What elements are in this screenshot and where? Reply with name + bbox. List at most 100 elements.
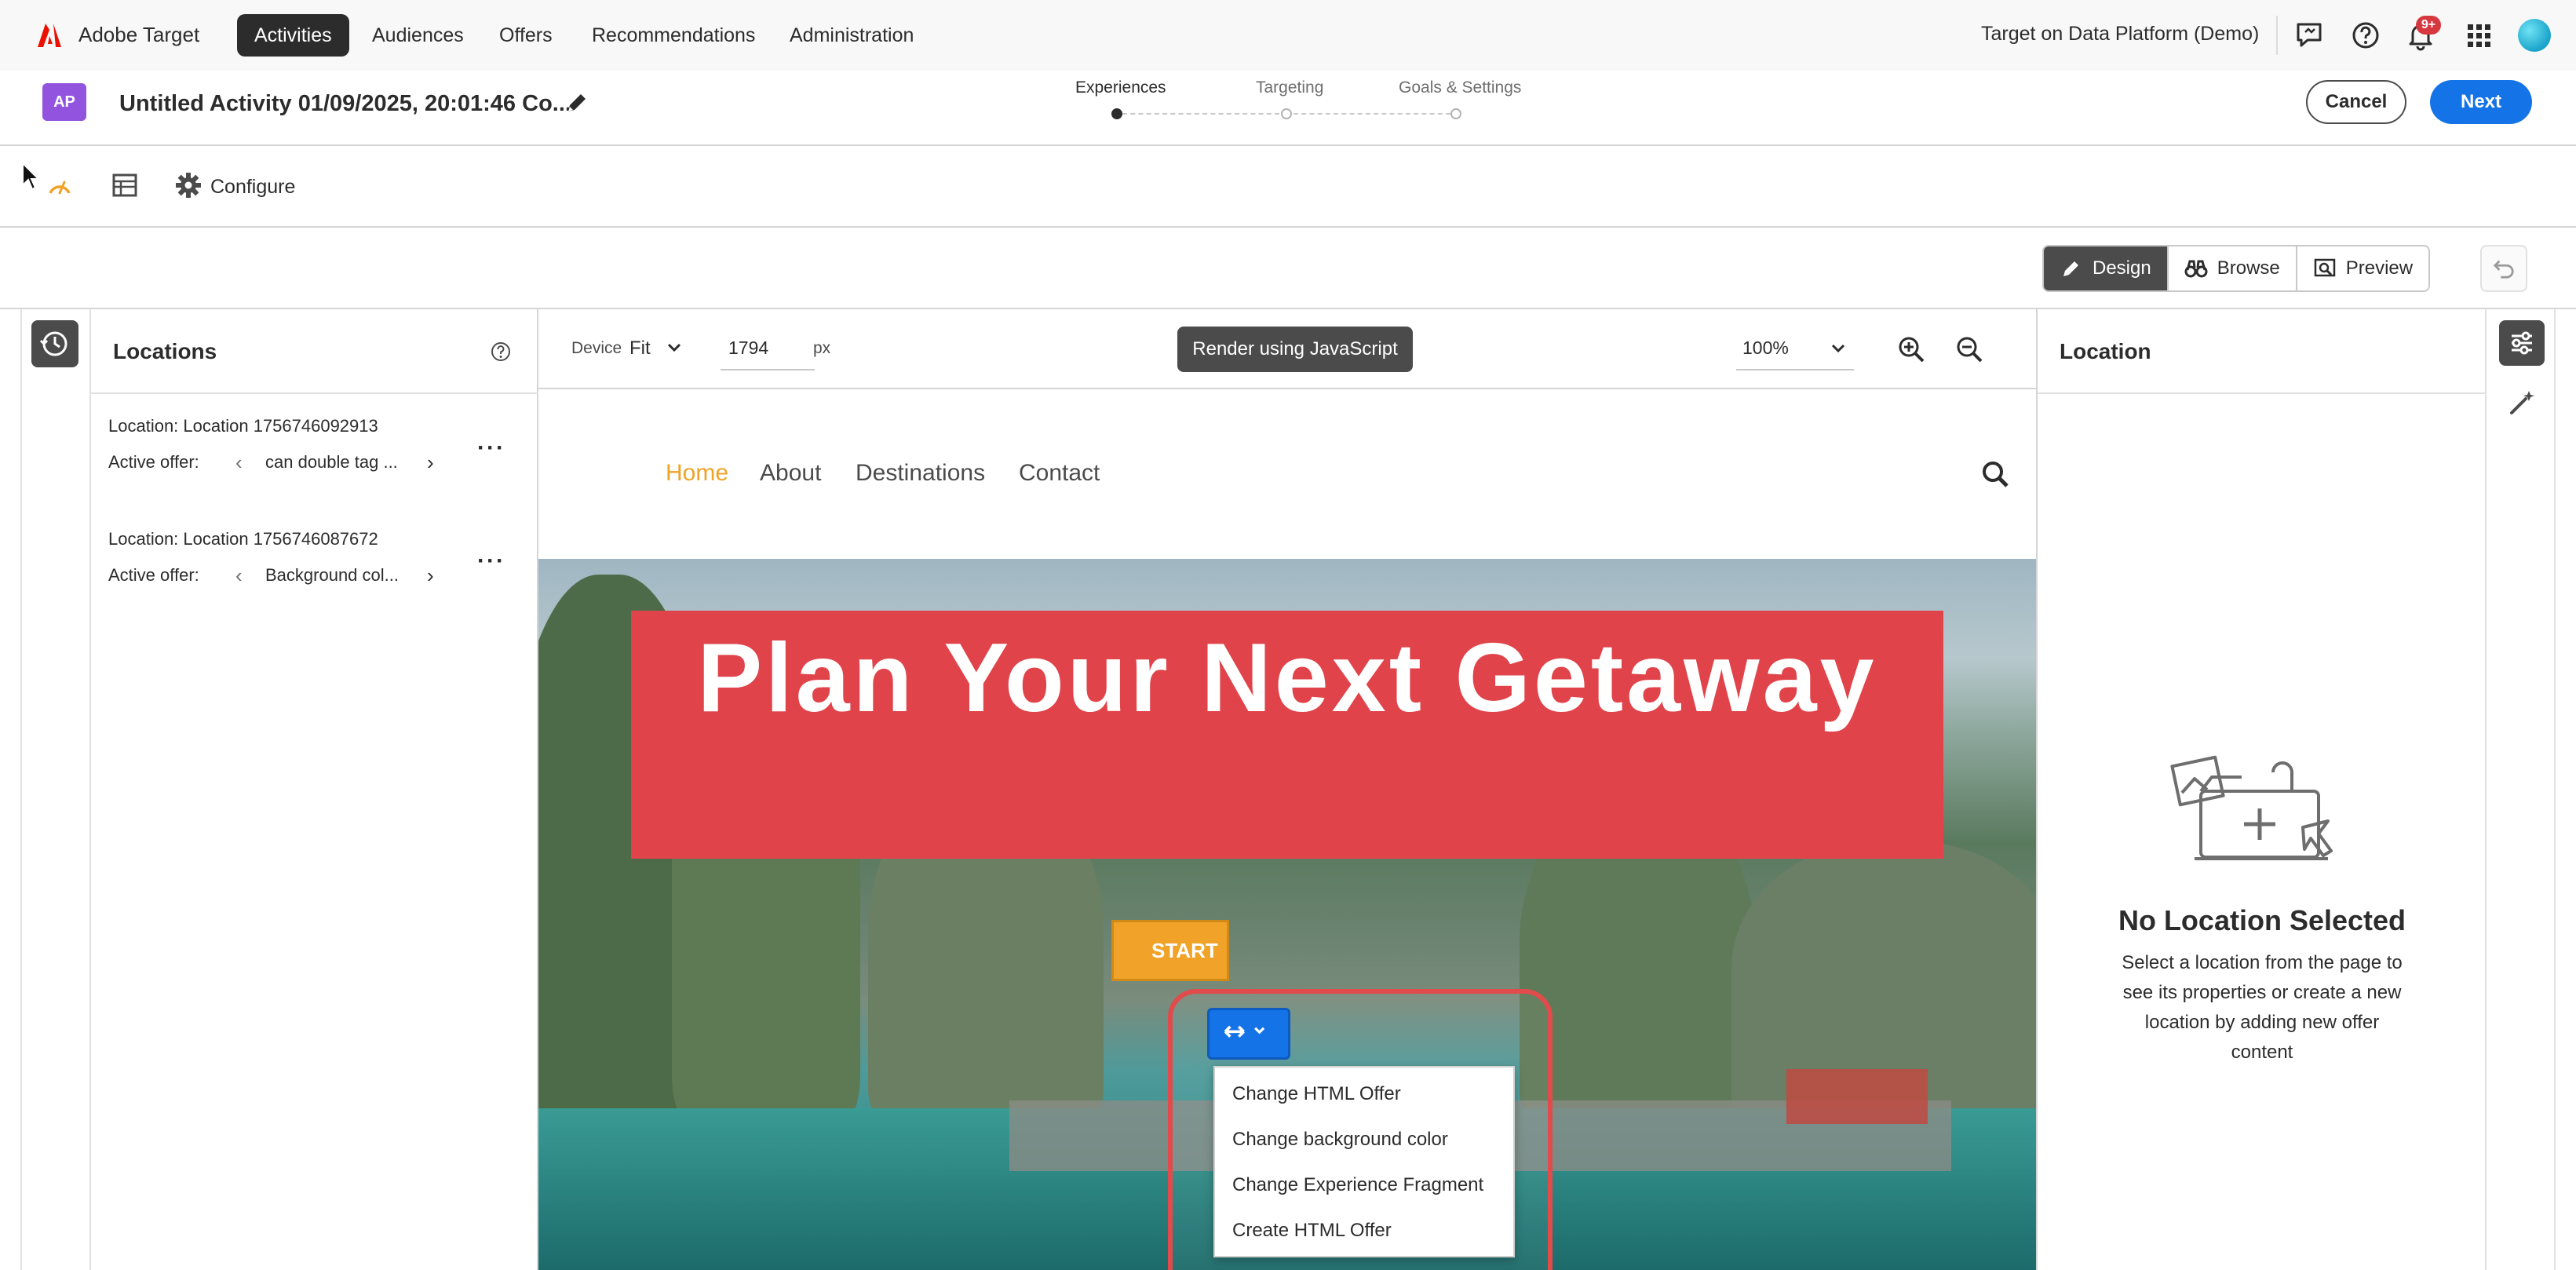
browse-mode-label: Browse	[2217, 257, 2280, 279]
left-rail	[20, 309, 91, 1270]
active-offer-label: Active offer:	[108, 452, 199, 472]
step-goals-settings[interactable]: Goals & Settings	[1399, 78, 1521, 97]
properties-button[interactable]	[2499, 320, 2545, 366]
menu-item-change-html-offer[interactable]: Change HTML Offer	[1232, 1083, 1401, 1105]
site-nav-about[interactable]: About	[760, 460, 821, 487]
panel-title: Location	[2060, 339, 2151, 363]
floating-house	[1786, 1069, 1928, 1124]
start-button[interactable]: START	[1111, 920, 1229, 981]
empty-state-title: No Location Selected	[2118, 904, 2406, 936]
locations-panel: Locations Location: Location 17567460929…	[91, 309, 538, 1270]
undo-button[interactable]	[2480, 245, 2527, 292]
location-action-button[interactable]	[1207, 1008, 1290, 1060]
hero-title-banner[interactable]: Plan Your Next Getaway	[631, 611, 1943, 859]
gear-icon[interactable]	[174, 171, 203, 199]
pencil-icon	[2063, 261, 2078, 276]
location-item[interactable]: Location: Location 1756746087672 Active …	[108, 529, 524, 623]
preview-mode-button[interactable]: Preview	[2297, 246, 2429, 290]
more-options-icon[interactable]: ···	[477, 548, 505, 575]
nav-tab-audiences[interactable]: Audiences	[355, 14, 481, 57]
active-offer-name: Background col...	[265, 565, 399, 585]
design-mode-button[interactable]: Design	[2044, 246, 2169, 290]
chevron-down-icon	[1831, 344, 1845, 353]
page-preview-canvas[interactable]: Home About Destinations Contact Plan You…	[538, 389, 2036, 1270]
next-offer-chevron-icon[interactable]: ›	[427, 564, 434, 588]
active-offer-label: Active offer:	[108, 565, 199, 585]
canvas-toolbar: Device Fit px Render using JavaScript 10…	[538, 309, 2036, 389]
org-switcher[interactable]: Target on Data Platform (Demo)	[1981, 23, 2259, 46]
width-unit-label: px	[813, 339, 831, 357]
site-nav-home[interactable]: Home	[666, 460, 728, 487]
zoom-out-icon[interactable]	[1954, 334, 1984, 364]
more-options-icon[interactable]: ···	[477, 435, 505, 462]
magic-wand-icon[interactable]	[2505, 386, 2538, 419]
menu-item-change-background-color[interactable]: Change background color	[1232, 1129, 1448, 1151]
adobe-logo-icon[interactable]	[35, 20, 64, 50]
site-navigation: Home About Destinations Contact	[538, 389, 2036, 559]
device-select[interactable]: Fit	[629, 338, 651, 359]
menu-item-change-experience-fragment[interactable]: Change Experience Fragment	[1232, 1174, 1483, 1196]
location-item[interactable]: Location: Location 1756746092913 Active …	[108, 416, 524, 510]
user-avatar[interactable]	[2518, 19, 2551, 52]
feedback-icon[interactable]	[2293, 20, 2325, 51]
next-offer-chevron-icon[interactable]: ›	[427, 451, 434, 475]
zoom-select[interactable]: 100%	[1736, 327, 1854, 370]
app-switcher-grid-icon[interactable]	[2463, 20, 2494, 51]
locations-title: Locations	[113, 339, 217, 363]
step-connector	[1293, 113, 1450, 115]
site-nav-contact[interactable]: Contact	[1019, 460, 1100, 487]
app-name[interactable]: Adobe Target	[78, 23, 199, 47]
hero-title[interactable]: Plan Your Next Getaway	[631, 619, 1943, 738]
divider	[91, 392, 538, 394]
step-indicator-targeting	[1281, 108, 1292, 119]
device-label: Device	[571, 339, 622, 357]
step-indicator-goals	[1450, 108, 1461, 119]
history-button[interactable]	[31, 320, 78, 367]
nav-tab-recommendations[interactable]: Recommendations	[575, 14, 772, 57]
activity-type-badge: AP	[42, 83, 86, 121]
vec-toolbar: Configure	[0, 148, 2576, 228]
render-javascript-button[interactable]: Render using JavaScript	[1177, 327, 1413, 372]
swap-horizontal-icon	[1224, 1025, 1265, 1038]
hero-section[interactable]: Plan Your Next Getaway START Change HTML…	[538, 559, 2036, 1270]
mode-switcher: Design Browse Preview	[2042, 245, 2431, 292]
zoom-value: 100%	[1742, 338, 1789, 358]
location-name: Location: Location 1756746087672	[108, 529, 378, 549]
nav-tab-administration[interactable]: Administration	[772, 14, 931, 57]
site-nav-destinations[interactable]: Destinations	[856, 460, 985, 487]
top-navigation-bar: Adobe Target Activities Audiences Offers…	[0, 0, 2576, 71]
configure-button[interactable]: Configure	[210, 176, 295, 199]
analytics-gauge-icon[interactable]	[46, 171, 74, 199]
divider	[2038, 392, 2487, 394]
nav-tab-activities[interactable]: Activities	[237, 14, 349, 57]
preview-icon	[2314, 258, 2335, 277]
history-clock-icon	[39, 331, 68, 356]
empty-state-illustration-icon	[2170, 755, 2333, 860]
preview-mode-label: Preview	[2345, 257, 2414, 279]
location-name: Location: Location 1756746092913	[108, 416, 378, 436]
nav-tab-offers[interactable]: Offers	[482, 14, 570, 57]
right-rail	[2485, 309, 2556, 1270]
design-mode-label: Design	[2093, 257, 2151, 279]
viewport-width-input[interactable]	[721, 327, 815, 370]
search-icon[interactable]	[1979, 458, 2011, 490]
help-icon[interactable]	[490, 341, 512, 363]
menu-item-create-html-offer[interactable]: Create HTML Offer	[1232, 1220, 1392, 1242]
pencil-edit-icon[interactable]	[564, 89, 590, 116]
next-button[interactable]: Next	[2430, 80, 2532, 124]
cancel-button[interactable]: Cancel	[2306, 80, 2406, 124]
browse-mode-button[interactable]: Browse	[2168, 246, 2297, 290]
previous-offer-chevron-icon[interactable]: ‹	[235, 451, 243, 475]
chevron-down-icon[interactable]	[664, 338, 684, 358]
binoculars-icon	[2184, 260, 2208, 278]
activity-header: AP Untitled Activity 01/09/2025, 20:01:4…	[0, 71, 2576, 146]
table-view-icon[interactable]	[111, 173, 138, 198]
activity-title[interactable]: Untitled Activity 01/09/2025, 20:01:46 C…	[119, 91, 571, 117]
previous-offer-chevron-icon[interactable]: ‹	[235, 564, 243, 588]
step-targeting[interactable]: Targeting	[1256, 78, 1323, 97]
help-icon[interactable]	[2350, 20, 2381, 51]
step-experiences[interactable]: Experiences	[1075, 78, 1166, 97]
mode-toolbar: Design Browse Preview	[0, 228, 2576, 309]
active-offer-name: can double tag ...	[265, 452, 398, 472]
zoom-in-icon[interactable]	[1896, 334, 1926, 364]
